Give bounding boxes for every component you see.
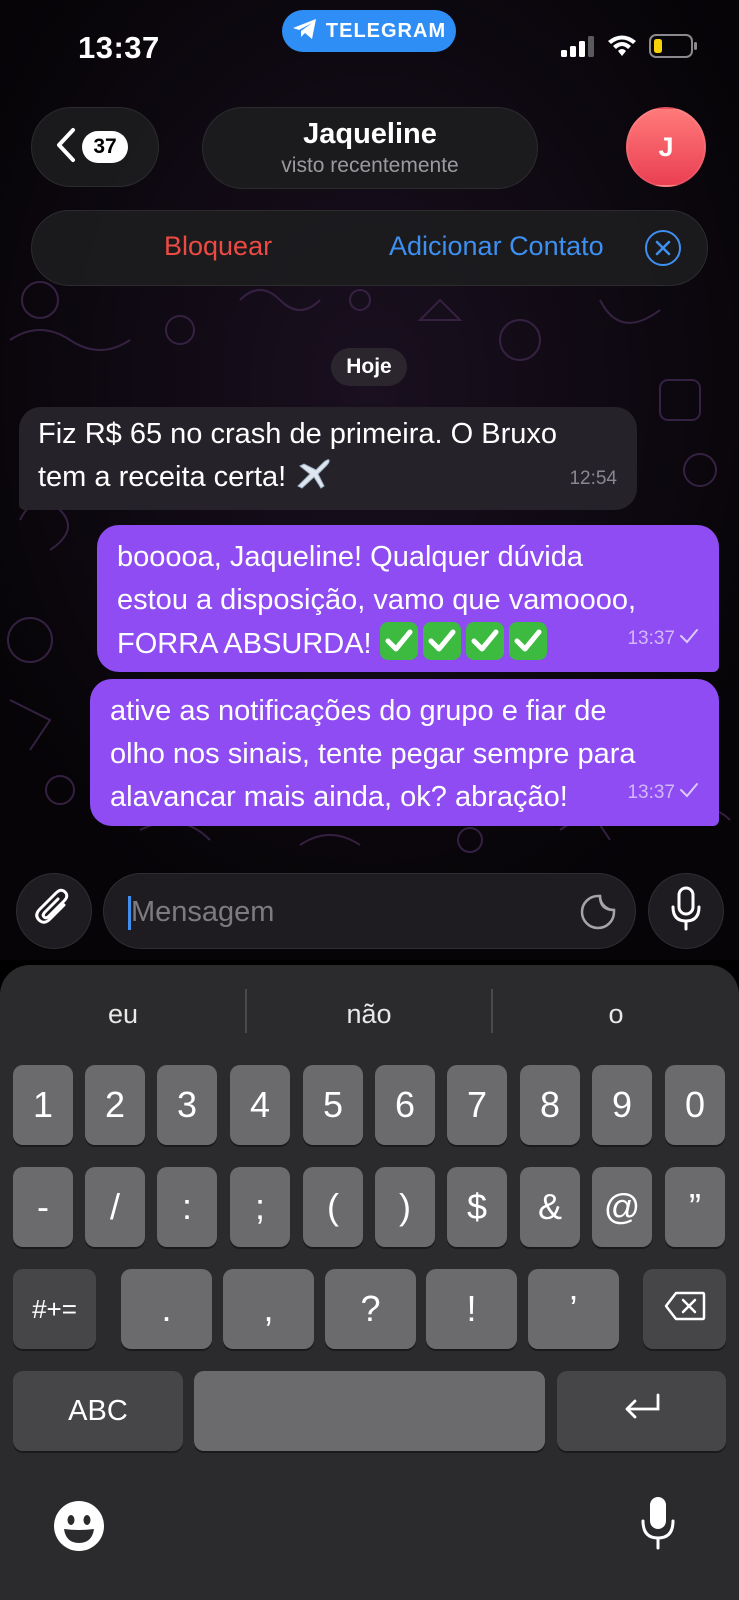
check-mark-emoji-icon	[422, 622, 461, 660]
sent-check-icon	[679, 771, 699, 814]
message-line: estou a disposição, vamo que vamoooo,	[117, 584, 637, 616]
message-line-3: FORRA ABSURDA!	[117, 622, 699, 666]
message-text: FORRA ABSURDA!	[117, 628, 372, 660]
telegram-pill-label: TELEGRAM	[325, 19, 447, 42]
key-3[interactable]: 3	[157, 1065, 217, 1145]
telegram-plane-icon	[292, 18, 318, 45]
key-at[interactable]: @	[592, 1167, 652, 1247]
contact-name: Jaqueline	[303, 118, 437, 150]
message-line: olho nos sinais, tente pegar sempre para	[110, 738, 636, 770]
key-quote[interactable]: ”	[665, 1167, 725, 1247]
avatar-initial: J	[658, 131, 674, 162]
autocomplete-bar: eu não o	[0, 965, 739, 1033]
dictation-microphone-icon[interactable]	[640, 1495, 676, 1556]
telegram-app-pill[interactable]: TELEGRAM	[282, 10, 456, 52]
key-comma[interactable]: ,	[223, 1269, 314, 1349]
message-time-meta: 13:37	[627, 617, 699, 660]
block-button[interactable]: Bloquear	[164, 231, 272, 262]
key-4[interactable]: 4	[230, 1065, 290, 1145]
add-contact-button[interactable]: Adicionar Contato	[389, 231, 604, 262]
check-mark-emoji-icon	[508, 622, 547, 660]
outgoing-message[interactable]: booooa, Jaqueline! Qualquer dúvida estou…	[97, 525, 719, 672]
message-line: alavancar mais ainda, ok? abração!	[110, 781, 568, 813]
message-line-2: tem a receita certa!	[38, 456, 618, 505]
status-time: 13:37	[78, 30, 160, 65]
key-semicolon[interactable]: ;	[230, 1167, 290, 1247]
key-slash[interactable]: /	[85, 1167, 145, 1247]
paperclip-icon	[34, 887, 74, 936]
key-9[interactable]: 9	[592, 1065, 652, 1145]
message-line: Fiz R$ 65 no crash de primeira. O Bruxo	[38, 418, 557, 450]
battery-icon	[649, 34, 699, 63]
emoji-keyboard-icon[interactable]	[53, 1500, 105, 1557]
key-apostrophe[interactable]: ’	[528, 1269, 619, 1349]
key-colon[interactable]: :	[157, 1167, 217, 1247]
message-time: 13:37	[627, 782, 675, 803]
voice-message-button[interactable]	[648, 873, 724, 949]
key-5[interactable]: 5	[303, 1065, 363, 1145]
outgoing-message[interactable]: ative as notificações do grupo e fiar de…	[90, 679, 719, 826]
return-icon	[622, 1390, 662, 1432]
key-8[interactable]: 8	[520, 1065, 580, 1145]
message-line: ative as notificações do grupo e fiar de	[110, 695, 607, 727]
backspace-key[interactable]	[643, 1269, 726, 1349]
status-bar: 13:37 TELEGRAM	[0, 0, 739, 100]
check-mark-emoji-icon	[465, 622, 504, 660]
backspace-icon	[664, 1288, 706, 1330]
key-ampersand[interactable]: &	[520, 1167, 580, 1247]
abc-key[interactable]: ABC	[13, 1371, 183, 1451]
suggestion-3[interactable]: o	[493, 999, 739, 1030]
microphone-icon	[670, 886, 702, 937]
key-6[interactable]: 6	[375, 1065, 435, 1145]
close-icon[interactable]	[645, 230, 681, 266]
message-line: booooa, Jaqueline! Qualquer dúvida	[117, 541, 583, 573]
airplane-emoji-icon	[294, 456, 332, 505]
attach-button[interactable]	[16, 873, 92, 949]
key-period[interactable]: .	[121, 1269, 212, 1349]
key-7[interactable]: 7	[447, 1065, 507, 1145]
back-button[interactable]: 37	[31, 107, 159, 187]
incoming-message[interactable]: Fiz R$ 65 no crash de primeira. O Bruxo …	[19, 407, 637, 510]
sent-check-icon	[679, 617, 699, 660]
key-exclamation[interactable]: !	[426, 1269, 517, 1349]
key-close-paren[interactable]: )	[375, 1167, 435, 1247]
message-time-meta: 13:37	[627, 771, 699, 814]
chevron-left-icon	[56, 127, 76, 168]
message-time: 12:54	[569, 468, 617, 489]
sticker-icon[interactable]	[579, 893, 617, 936]
key-open-paren[interactable]: (	[303, 1167, 363, 1247]
key-2[interactable]: 2	[85, 1065, 145, 1145]
date-separator: Hoje	[331, 348, 407, 386]
message-input[interactable]	[131, 892, 551, 932]
message-text: tem a receita certa!	[38, 461, 287, 493]
key-0[interactable]: 0	[665, 1065, 725, 1145]
unread-count-badge: 37	[82, 131, 128, 163]
space-key[interactable]	[194, 1371, 545, 1451]
wifi-icon	[607, 35, 637, 62]
contact-action-bar: Bloquear Adicionar Contato	[31, 210, 708, 286]
cellular-signal-icon	[561, 35, 595, 62]
chat-title[interactable]: Jaqueline visto recentemente	[202, 107, 538, 189]
message-time: 13:37	[627, 628, 675, 649]
status-icons	[561, 34, 699, 63]
key-1[interactable]: 1	[13, 1065, 73, 1145]
suggestion-2[interactable]: não	[246, 999, 492, 1030]
key-dollar[interactable]: $	[447, 1167, 507, 1247]
message-input-container[interactable]	[103, 873, 636, 949]
key-question[interactable]: ?	[325, 1269, 416, 1349]
avatar[interactable]: J	[626, 107, 706, 187]
contact-status: visto recentemente	[281, 154, 459, 177]
check-mark-emoji-icon	[379, 622, 418, 660]
key-hyphen[interactable]: -	[13, 1167, 73, 1247]
return-key[interactable]	[557, 1371, 726, 1451]
suggestion-1[interactable]: eu	[0, 999, 246, 1030]
key-symbols-toggle[interactable]: #+=	[13, 1269, 96, 1349]
